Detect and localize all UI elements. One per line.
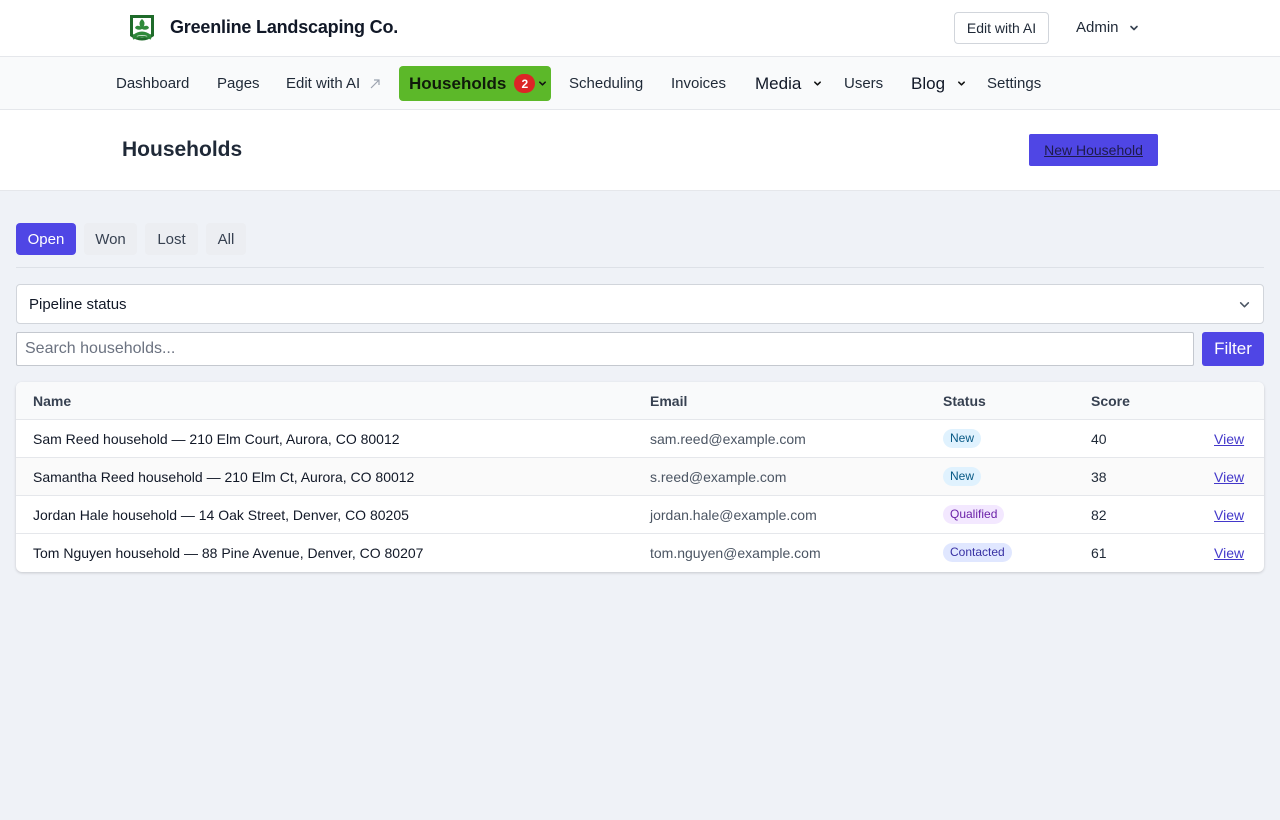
household-email: sam.reed@example.com xyxy=(650,431,806,447)
edit-with-ai-button[interactable]: Edit with AI xyxy=(954,12,1049,44)
nav-media-label: Media xyxy=(755,73,802,93)
top-bar: Greenline Landscaping Co. Edit with AI A… xyxy=(0,0,1280,57)
status-cell: New xyxy=(943,429,982,448)
household-score: 61 xyxy=(1091,545,1107,561)
pipeline-status-value: Pipeline status xyxy=(29,295,127,313)
household-name: Sam Reed household — 210 Elm Court, Auro… xyxy=(33,431,400,447)
filter-button[interactable]: Filter xyxy=(1202,332,1264,366)
nav-edit-with-ai[interactable]: Edit with AI xyxy=(286,57,381,110)
nav-blog[interactable]: Blog xyxy=(911,57,966,110)
household-email: tom.nguyen@example.com xyxy=(650,545,821,561)
household-score: 38 xyxy=(1091,469,1107,485)
household-email: s.reed@example.com xyxy=(650,469,787,485)
household-email: jordan.hale@example.com xyxy=(650,507,817,523)
admin-menu[interactable]: Admin xyxy=(1076,19,1139,36)
households-table: Name Email Status Score Sam Reed househo… xyxy=(16,382,1264,572)
nav-settings[interactable]: Settings xyxy=(987,57,1041,110)
status-badge: Contacted xyxy=(943,543,1012,562)
column-header-name: Name xyxy=(33,393,72,409)
household-name: Jordan Hale household — 14 Oak Street, D… xyxy=(33,507,409,523)
nav-media[interactable]: Media xyxy=(755,57,822,110)
new-household-button[interactable]: New Household xyxy=(1029,134,1158,166)
chevron-down-icon xyxy=(1129,25,1138,30)
nav-households-dropdown[interactable] xyxy=(533,66,551,101)
column-header-score: Score xyxy=(1091,393,1130,409)
household-name: Tom Nguyen household — 88 Pine Avenue, D… xyxy=(33,545,424,561)
status-badge: New xyxy=(943,467,982,486)
tab-open[interactable]: Open xyxy=(16,223,76,255)
household-score: 82 xyxy=(1091,507,1107,523)
chevron-down-icon xyxy=(538,81,546,86)
pipeline-status-select[interactable]: Pipeline status xyxy=(16,284,1264,324)
status-badge: Qualified xyxy=(943,505,1005,524)
table-row: Samantha Reed household — 210 Elm Ct, Au… xyxy=(16,458,1264,496)
chevron-down-icon xyxy=(814,81,822,86)
status-badge: New xyxy=(943,429,982,448)
view-link[interactable]: View xyxy=(1214,431,1244,447)
leaf-logo-icon[interactable] xyxy=(128,12,156,44)
column-header-email: Email xyxy=(650,393,688,409)
chevron-down-icon xyxy=(958,81,965,86)
household-name: Samantha Reed household — 210 Elm Ct, Au… xyxy=(33,469,415,485)
brand-name[interactable]: Greenline Landscaping Co. xyxy=(170,17,398,38)
table-row: Jordan Hale household — 14 Oak Street, D… xyxy=(16,496,1264,534)
nav-blog-label: Blog xyxy=(911,73,946,93)
search-input[interactable] xyxy=(16,332,1194,366)
status-cell: Qualified xyxy=(943,505,1005,524)
nav-scheduling[interactable]: Scheduling xyxy=(569,57,643,110)
external-link-icon xyxy=(370,78,380,88)
view-link[interactable]: View xyxy=(1214,507,1244,523)
nav-edit-with-ai-label: Edit with AI xyxy=(286,75,361,92)
page-header: Households New Household xyxy=(0,110,1280,191)
page-title: Households xyxy=(122,138,243,161)
view-link[interactable]: View xyxy=(1214,469,1244,485)
nav-invoices[interactable]: Invoices xyxy=(671,57,726,110)
main-nav: Dashboard Pages Edit with AI Households … xyxy=(0,57,1280,110)
nav-users[interactable]: Users xyxy=(844,57,883,110)
nav-dashboard[interactable]: Dashboard xyxy=(116,57,189,110)
column-header-status: Status xyxy=(943,393,986,409)
tab-all[interactable]: All xyxy=(206,223,246,255)
tab-lost[interactable]: Lost xyxy=(145,223,198,255)
table-row: Tom Nguyen household — 88 Pine Avenue, D… xyxy=(16,534,1264,572)
admin-label: Admin xyxy=(1076,19,1119,36)
nav-households-label: Households xyxy=(409,73,507,93)
nav-pages[interactable]: Pages xyxy=(217,57,260,110)
chevron-down-icon xyxy=(1239,302,1250,308)
table-row: Sam Reed household — 210 Elm Court, Auro… xyxy=(16,420,1264,458)
status-cell: New xyxy=(943,467,982,486)
table-header: Name Email Status Score xyxy=(16,382,1264,420)
view-link[interactable]: View xyxy=(1214,545,1244,561)
tabs-divider xyxy=(16,267,1264,268)
nav-households[interactable]: Households 2 xyxy=(399,66,551,101)
tab-won[interactable]: Won xyxy=(84,223,137,255)
status-cell: Contacted xyxy=(943,543,1012,562)
household-score: 40 xyxy=(1091,431,1107,447)
